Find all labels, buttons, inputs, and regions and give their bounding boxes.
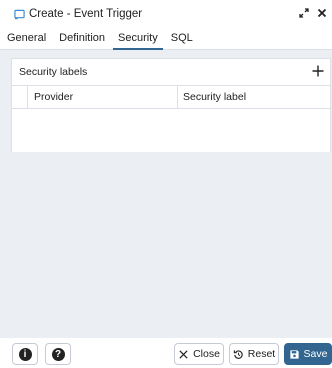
tab-general[interactable]: General bbox=[2, 28, 51, 49]
info-button[interactable]: i bbox=[12, 343, 38, 365]
tab-definition[interactable]: Definition bbox=[54, 28, 110, 49]
security-labels-title: Security labels bbox=[19, 66, 88, 78]
dialog-window-icon bbox=[14, 9, 25, 19]
close-x-icon bbox=[179, 349, 188, 359]
column-security-label: Security label bbox=[183, 91, 247, 103]
reset-icon bbox=[233, 349, 243, 359]
dialog-titlebar: Create - Event Trigger bbox=[0, 0, 332, 28]
save-button-label: Save bbox=[303, 348, 328, 360]
dialog-title: Create - Event Trigger bbox=[29, 8, 143, 20]
security-labels-panel: Security labels Provider Security label bbox=[11, 58, 331, 152]
tab-sql[interactable]: SQL bbox=[166, 28, 198, 49]
close-button[interactable]: Close bbox=[174, 343, 224, 365]
reset-button[interactable]: Reset bbox=[229, 343, 279, 365]
info-icon: i bbox=[18, 347, 32, 361]
close-icon[interactable] bbox=[316, 7, 328, 19]
security-labels-header: Security labels bbox=[12, 59, 330, 85]
add-row-icon[interactable] bbox=[310, 63, 326, 79]
row-action-column bbox=[12, 86, 28, 108]
save-button[interactable]: Save bbox=[284, 343, 332, 365]
tab-security[interactable]: Security bbox=[113, 28, 163, 50]
tab-content-area: Security labels Provider Security label bbox=[0, 50, 332, 338]
column-provider: Provider bbox=[28, 86, 178, 108]
close-button-label: Close bbox=[193, 348, 220, 360]
window-controls bbox=[298, 7, 328, 19]
expand-icon[interactable] bbox=[298, 7, 310, 19]
security-labels-grid-header: Provider Security label bbox=[12, 85, 330, 109]
help-button[interactable]: ? bbox=[45, 343, 71, 365]
tab-bar: General Definition Security SQL bbox=[0, 28, 332, 50]
save-icon bbox=[289, 349, 299, 359]
reset-button-label: Reset bbox=[247, 348, 276, 360]
dialog-footer: i ? Close Reset Save bbox=[0, 338, 332, 368]
question-icon: ? bbox=[51, 347, 65, 361]
